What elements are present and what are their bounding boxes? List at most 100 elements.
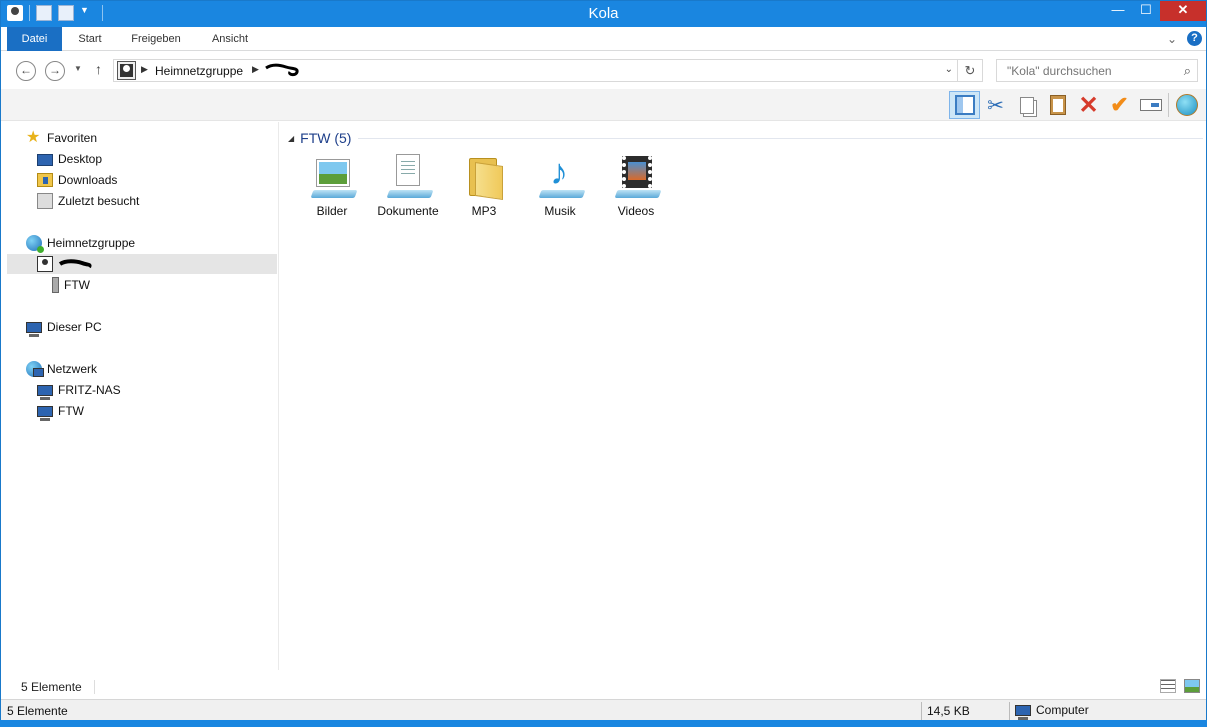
tab-freigeben[interactable]: Freigeben [119, 27, 193, 51]
search-icon[interactable]: ⌕ [1184, 63, 1191, 79]
rename-icon [1139, 99, 1162, 111]
address-bar[interactable]: ▶ Heimnetzgruppe ▶ ⌄ [113, 59, 958, 82]
forward-button[interactable]: → [45, 61, 65, 81]
music-library-icon: ♪ [538, 154, 586, 198]
details-view-icon[interactable] [1160, 679, 1176, 693]
library-tile-videos[interactable]: Videos [601, 154, 671, 222]
search-input[interactable] [997, 60, 1167, 81]
copy-button[interactable] [1011, 91, 1042, 119]
details-status-strip: 5 Elemente [1, 676, 1206, 698]
paste-button[interactable] [1042, 91, 1073, 119]
tile-label: MP3 [471, 204, 497, 218]
checkmark-button[interactable]: ✔ [1104, 91, 1135, 119]
scissors-icon: ✂ [987, 94, 1004, 117]
recent-locations-chevron-down-icon[interactable]: ▼ [74, 64, 82, 73]
globe-button[interactable] [1171, 91, 1202, 119]
computer-icon [1015, 705, 1031, 720]
cut-button[interactable]: ✂ [980, 91, 1011, 119]
copy-icon [1019, 96, 1034, 114]
nav-network-ftw[interactable]: FTW [37, 401, 84, 421]
group-header[interactable]: ◢ FTW (5) [288, 130, 351, 146]
nav-homegroup-ftw[interactable]: FTW [47, 275, 90, 295]
user-icon [117, 61, 136, 80]
status-bar: 5 Elemente 14,5 KB Computer [1, 699, 1206, 721]
status-zone-label: Computer [1036, 703, 1089, 717]
globe-icon [1175, 94, 1198, 116]
collapse-triangle-icon[interactable]: ◢ [288, 134, 294, 143]
tile-label: Bilder [316, 204, 348, 218]
window-title: Kola [588, 5, 619, 22]
nav-recent[interactable]: Zuletzt besucht [37, 191, 139, 211]
nav-network-ftw-label: FTW [58, 404, 84, 418]
computer-icon [37, 406, 53, 421]
delete-x-icon: ✕ [1078, 91, 1099, 119]
nav-recent-label: Zuletzt besucht [58, 194, 140, 208]
custom-toolbar: ✂ ✕ ✔ [1, 89, 1206, 121]
item-count: 5 Elemente [21, 680, 82, 694]
tile-label: Videos [617, 204, 655, 218]
breadcrumb-separator-icon[interactable]: ▶ [141, 64, 148, 75]
navigation-pane-icon [954, 95, 975, 115]
window-bottom-border [0, 720, 1207, 727]
explorer-window: ▼ Kola — ☐ ✕ Datei Start Freigeben Ansic… [0, 0, 1207, 727]
large-icons-view-icon[interactable] [1184, 679, 1200, 693]
up-button[interactable]: ↑ [95, 61, 102, 77]
title-bar[interactable]: ▼ Kola — ☐ ✕ [1, 1, 1206, 27]
nav-network[interactable]: Netzwerk [26, 359, 97, 379]
help-icon[interactable]: ? [1187, 31, 1202, 46]
nav-this-pc[interactable]: Dieser PC [26, 317, 102, 337]
nav-homegroup-user[interactable] [7, 254, 277, 274]
group-header-label: FTW (5) [300, 130, 352, 146]
redacted-username-scribble [58, 259, 92, 269]
redacted-username-scribble [265, 63, 299, 77]
downloads-icon [37, 173, 53, 187]
status-separator [94, 680, 95, 694]
content-pane: ◢ FTW (5) Bilder Dokumente MP3 ♪ Musik V… [280, 122, 1206, 670]
user-icon [37, 256, 53, 272]
star-icon: ★ [26, 129, 41, 146]
expand-ribbon-chevron-down-icon[interactable]: ⌄ [1167, 32, 1177, 46]
minimize-button[interactable]: — [1104, 1, 1132, 21]
nav-downloads[interactable]: Downloads [37, 170, 117, 190]
window-controls: — ☐ ✕ [1104, 1, 1206, 21]
nav-fritz-nas[interactable]: FRITZ-NAS [37, 380, 121, 400]
folder-icon [466, 154, 503, 200]
library-tile-dokumente[interactable]: Dokumente [373, 154, 443, 222]
group-divider [358, 138, 1203, 139]
tile-label: Musik [544, 204, 576, 218]
nav-desktop[interactable]: Desktop [37, 149, 102, 169]
breadcrumb-separator-icon[interactable]: ▶ [252, 64, 259, 75]
tab-start[interactable]: Start [65, 27, 115, 51]
delete-button[interactable]: ✕ [1073, 91, 1104, 119]
folder-tile-mp3[interactable]: MP3 [449, 154, 519, 222]
library-tile-musik[interactable]: ♪ Musik [525, 154, 595, 222]
rename-button[interactable] [1135, 91, 1166, 119]
maximize-button[interactable]: ☐ [1132, 1, 1160, 21]
breadcrumb-heimnetzgruppe[interactable]: Heimnetzgruppe [155, 64, 243, 78]
address-history-chevron-down-icon[interactable]: ⌄ [945, 64, 953, 75]
computer-icon [26, 322, 42, 337]
back-button[interactable]: ← [16, 61, 36, 81]
navigation-pane-button[interactable] [949, 91, 980, 119]
nav-favorites[interactable]: ★ Favoriten [26, 128, 97, 148]
nav-network-label: Netzwerk [47, 362, 98, 376]
status-divider [1009, 702, 1010, 720]
refresh-button[interactable]: ↻ [958, 59, 983, 82]
nav-favorites-label: Favoriten [47, 131, 98, 145]
close-button[interactable]: ✕ [1160, 1, 1206, 21]
search-box[interactable]: ⌕ [996, 59, 1198, 82]
nav-homegroup-label: Heimnetzgruppe [47, 236, 136, 250]
nav-fritz-nas-label: FRITZ-NAS [58, 383, 121, 397]
tab-datei[interactable]: Datei [7, 27, 62, 51]
library-tile-bilder[interactable]: Bilder [297, 154, 367, 222]
tile-label: Dokumente [377, 204, 439, 218]
videos-library-icon [614, 154, 662, 198]
nav-homegroup[interactable]: Heimnetzgruppe [26, 233, 135, 253]
nav-downloads-label: Downloads [58, 173, 118, 187]
toolbar-buttons: ✂ ✕ ✔ [949, 91, 1202, 119]
status-zone: Computer [1015, 703, 1089, 720]
desktop-icon [37, 154, 53, 166]
tab-ansicht[interactable]: Ansicht [199, 27, 261, 51]
network-icon [26, 361, 44, 377]
address-row: ← → ▼ ↑ ▶ Heimnetzgruppe ▶ ⌄ ↻ ⌕ [1, 52, 1206, 88]
